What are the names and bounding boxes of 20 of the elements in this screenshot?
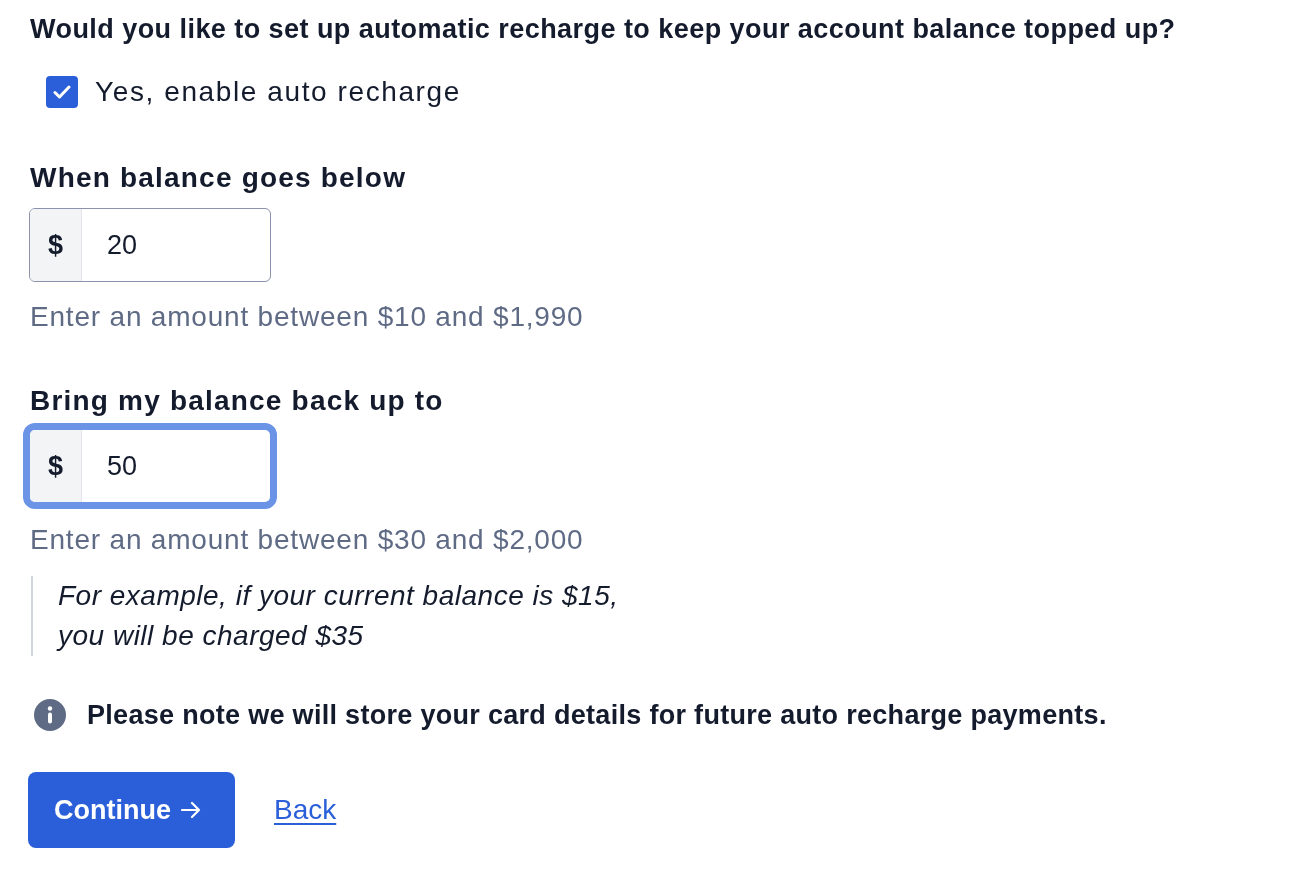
checkbox-label: Yes, enable auto recharge xyxy=(95,76,461,108)
amount-value: 20 xyxy=(106,228,138,262)
info-icon xyxy=(34,699,66,731)
checkbox[interactable] xyxy=(46,76,78,108)
amount-field[interactable]: $ 50 xyxy=(23,423,277,509)
check-icon xyxy=(53,85,71,99)
field-label: Bring my balance back up to xyxy=(30,384,444,418)
currency-prefix: $ xyxy=(30,209,82,281)
example-text: For example, if your current balance is $15, you will be charged $35 xyxy=(58,579,619,653)
field-hint: Enter an amount between $10 and $1,990 xyxy=(30,300,584,334)
arrow-right-icon xyxy=(181,801,201,819)
amount-value: 50 xyxy=(106,449,138,483)
back-link[interactable]: Back xyxy=(274,794,337,826)
note-text: Please note we will store your card details for future auto recharge payments. xyxy=(87,699,1107,731)
amount-field[interactable]: $ 20 xyxy=(29,208,271,282)
currency-prefix: $ xyxy=(30,430,82,502)
field-label: When balance goes below xyxy=(30,161,407,195)
question-heading: Would you like to set up automatic recharge to keep your account balance topped up? xyxy=(30,13,1176,46)
field-hint: Enter an amount between $30 and $2,000 xyxy=(30,523,584,557)
continue-button[interactable]: Continue xyxy=(28,772,235,848)
